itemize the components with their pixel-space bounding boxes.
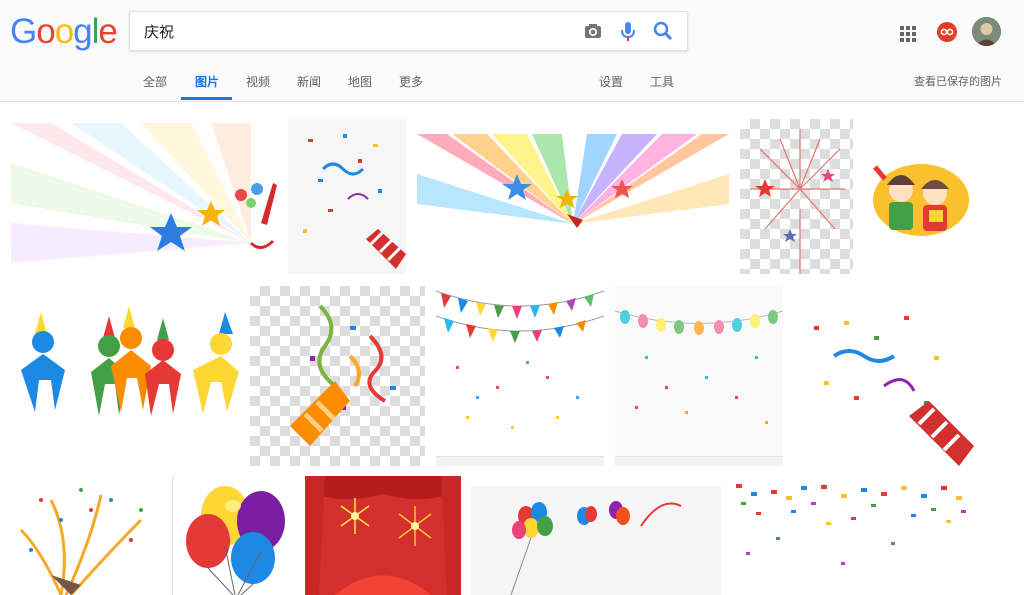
- image-result[interactable]: [11, 123, 277, 263]
- search-box[interactable]: 庆祝: [129, 11, 688, 51]
- image-result[interactable]: [740, 119, 853, 274]
- image-result[interactable]: [11, 300, 239, 436]
- tab-maps[interactable]: 地图: [348, 73, 372, 90]
- logo-letter: o: [36, 12, 55, 51]
- image-result[interactable]: [794, 286, 974, 466]
- image-result[interactable]: [172, 476, 295, 595]
- image-result[interactable]: [615, 286, 783, 466]
- tab-news[interactable]: 新闻: [297, 73, 321, 90]
- apps-grid-icon[interactable]: [899, 25, 917, 43]
- image-result[interactable]: [305, 476, 461, 595]
- logo-letter: l: [91, 12, 100, 51]
- logo-letter: G: [10, 12, 37, 51]
- image-result[interactable]: [288, 119, 406, 274]
- image-result[interactable]: [250, 286, 425, 466]
- logo-letter: e: [98, 12, 117, 51]
- watermark-strip: [436, 456, 604, 466]
- logo-letter: g: [73, 12, 92, 51]
- tab-videos[interactable]: 视频: [246, 73, 270, 90]
- tab-images[interactable]: 图片: [195, 73, 219, 90]
- tab-all[interactable]: 全部: [143, 73, 167, 90]
- image-result[interactable]: [863, 155, 973, 240]
- microphone-icon[interactable]: [615, 18, 641, 44]
- saved-images-link[interactable]: 查看已保存的图片: [914, 73, 1002, 89]
- extension-icon[interactable]: [937, 22, 957, 42]
- active-tab-indicator: [181, 97, 232, 100]
- tab-settings[interactable]: 设置: [599, 73, 623, 90]
- image-result[interactable]: [417, 134, 729, 228]
- search-icon[interactable]: [650, 18, 676, 44]
- search-input[interactable]: 庆祝: [144, 21, 174, 42]
- tab-tools[interactable]: 工具: [650, 73, 674, 90]
- image-result[interactable]: [436, 286, 604, 466]
- google-logo[interactable]: Google: [10, 12, 118, 52]
- tab-more[interactable]: 更多: [399, 73, 423, 90]
- image-result[interactable]: [731, 482, 971, 595]
- camera-icon[interactable]: [580, 18, 606, 44]
- logo-letter: o: [54, 12, 74, 51]
- avatar[interactable]: [972, 17, 1001, 46]
- image-result[interactable]: [11, 480, 161, 595]
- watermark-strip: [615, 456, 783, 466]
- image-result[interactable]: [471, 486, 721, 595]
- search-header: Google 庆祝 全部 图片 视频 新闻 地图 更多 设置 工具 查看已保存的…: [0, 0, 1024, 102]
